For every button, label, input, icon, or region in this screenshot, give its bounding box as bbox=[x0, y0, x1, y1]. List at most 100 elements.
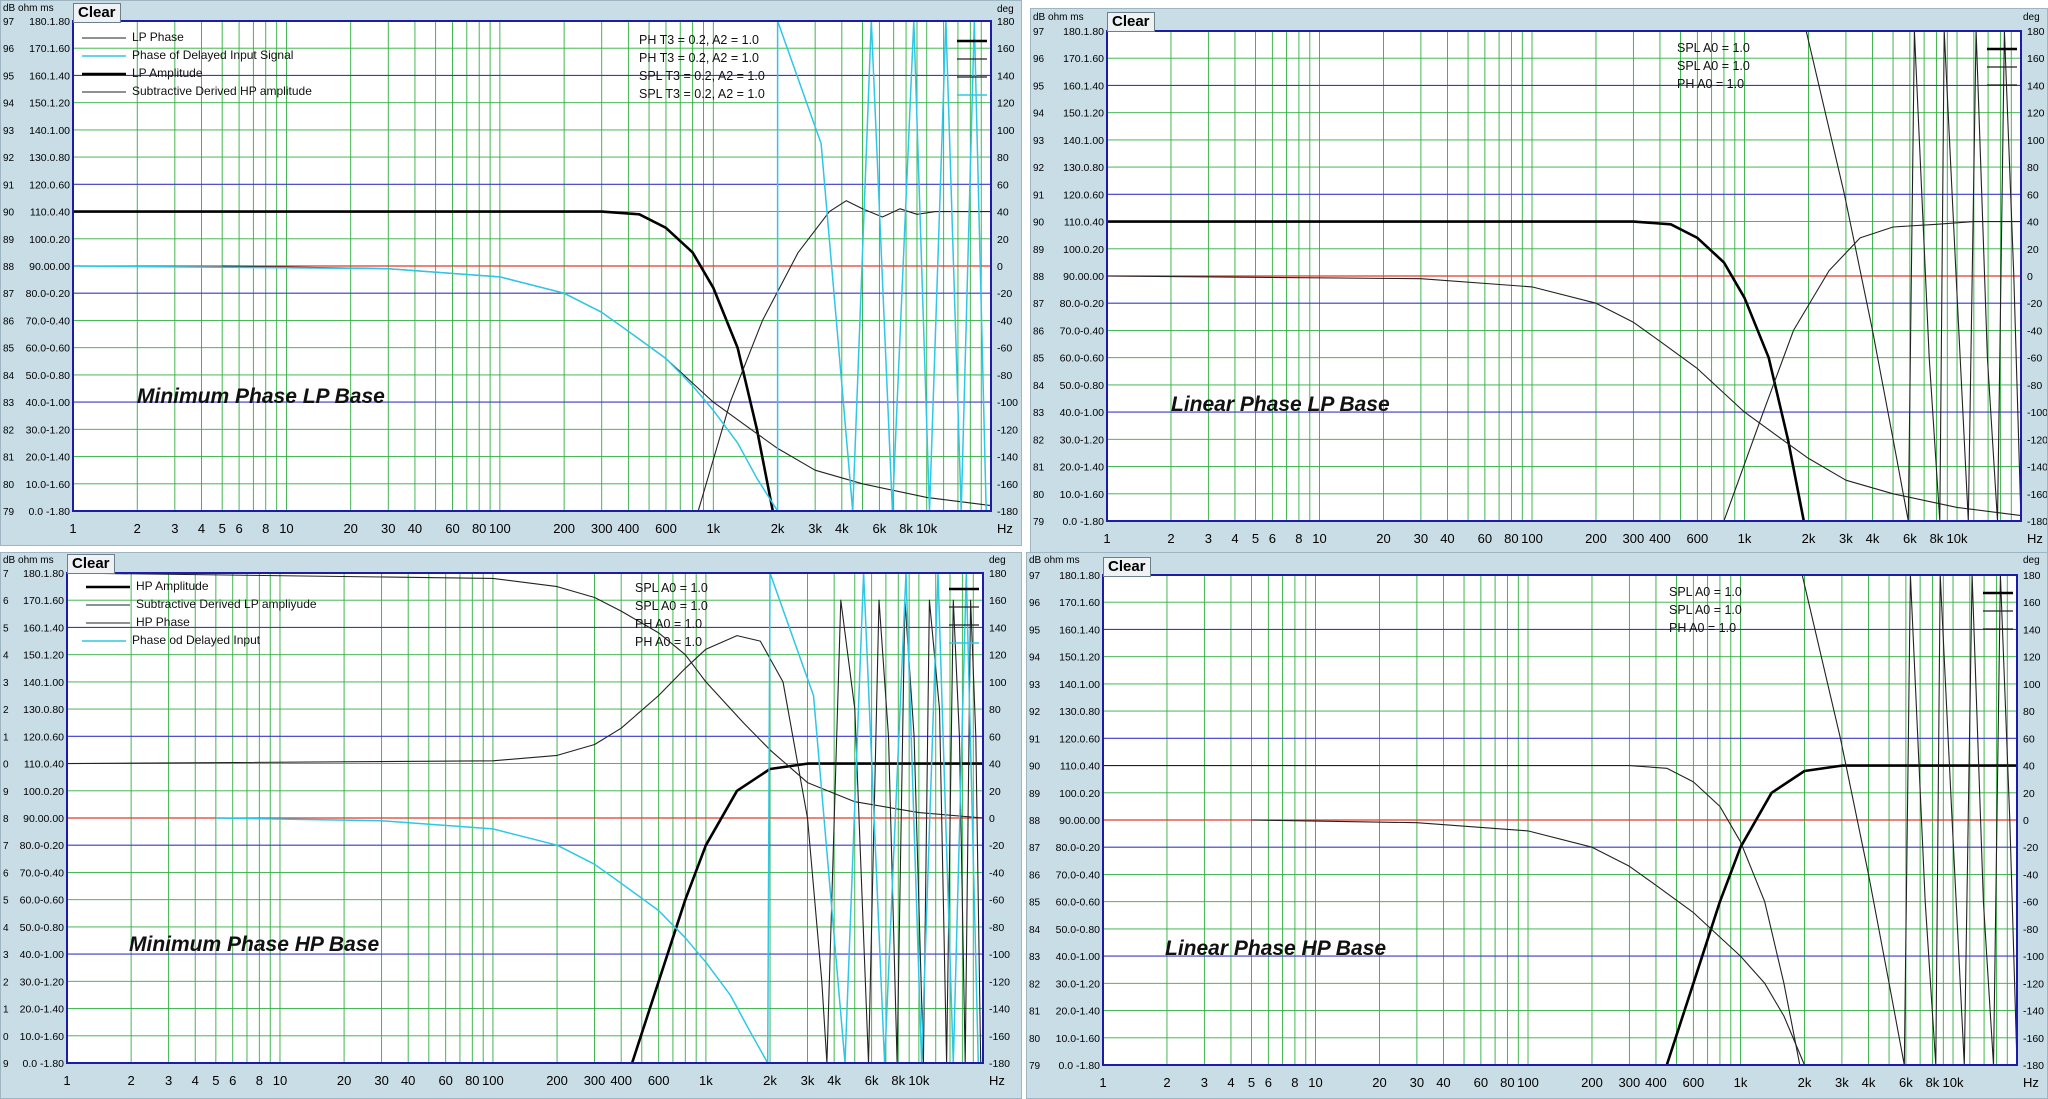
y-left-tick-label: 150.1.20 bbox=[23, 650, 64, 662]
y-outer-tick-label: 2 bbox=[3, 977, 9, 988]
y-right-tick-label: -180 bbox=[2023, 1060, 2044, 1072]
x-axis-unit-label: Hz bbox=[997, 521, 1013, 536]
legend-item-delayed-phase: Phase of Delayed Input Signal bbox=[132, 48, 294, 62]
chart-svg-linear-phase-hp: 97 180.1.80 18096 170.1.60 16095 160.1.40 1409… bbox=[1029, 570, 2044, 1090]
x-tick-label: 10k bbox=[1947, 531, 1968, 546]
x-tick-label: 300 bbox=[591, 521, 613, 536]
y-left-tick-label: 170.1.60 bbox=[1059, 597, 1100, 609]
summary-item: PH A0 = 1.0 bbox=[635, 617, 703, 631]
y-left-tick-label: 110.0.40 bbox=[30, 207, 70, 219]
y-right-tick-label: -100 bbox=[997, 397, 1018, 409]
y-outer-tick-label: 81 bbox=[1029, 1007, 1041, 1018]
y-outer-tick-label: 82 bbox=[3, 425, 15, 436]
x-tick-label: 4 bbox=[192, 1073, 199, 1088]
y-left-tick-label: 110.0.40 bbox=[1064, 217, 1104, 229]
y-left-tick-label: 30.0-1.20 bbox=[1056, 978, 1101, 990]
y-outer-tick-label: 96 bbox=[1029, 598, 1041, 609]
y-right-tick-label: 0 bbox=[2027, 271, 2033, 283]
y-right-tick-label: -100 bbox=[989, 949, 1010, 961]
y-left-tick-label: 0.0 -1.80 bbox=[29, 506, 71, 518]
y-outer-tick-label: 94 bbox=[1029, 653, 1041, 664]
clear-button[interactable]: Clear bbox=[1103, 557, 1151, 577]
x-tick-label: 8 bbox=[262, 521, 269, 536]
x-tick-label: 4k bbox=[1862, 1075, 1876, 1090]
y-right-tick-label: 20 bbox=[2023, 788, 2035, 800]
header-left-label: dB ohm ms bbox=[1033, 12, 1084, 23]
clear-button[interactable]: Clear bbox=[67, 554, 115, 574]
x-tick-label: 1 bbox=[69, 521, 76, 536]
y-outer-tick-label: 4 bbox=[3, 651, 9, 662]
chart-panel-min-phase-lp: 97 180.1.80 180 96 170.1.60 160 95 160.1.40 140 9… bbox=[0, 0, 1022, 546]
y-outer-tick-label: 88 bbox=[3, 262, 15, 273]
y-left-tick-label: 100.0.20 bbox=[1063, 244, 1104, 256]
y-left-tick-label: 50.0-0.80 bbox=[1056, 924, 1101, 936]
y-outer-tick-label: 79 bbox=[3, 507, 15, 518]
y-outer-tick-label: 90 bbox=[1029, 762, 1041, 773]
y-right-tick-label: -100 bbox=[2023, 951, 2044, 963]
x-tick-label: 1k bbox=[1734, 1075, 1748, 1090]
y-left-tick-label: 180.1.80 bbox=[1059, 570, 1100, 582]
y-left-tick-label: 0.0 -1.80 bbox=[23, 1058, 65, 1070]
y-outer-tick-label: 88 bbox=[1029, 816, 1041, 827]
y-left-tick-label: 70.0-0.40 bbox=[20, 867, 65, 879]
x-tick-label: 5 bbox=[1252, 531, 1259, 546]
y-right-tick-label: 120 bbox=[997, 98, 1015, 110]
x-tick-label: 200 bbox=[546, 1073, 568, 1088]
y-outer-tick-label: 81 bbox=[1033, 463, 1045, 474]
y-left-tick-label: 140.1.00 bbox=[29, 125, 70, 137]
x-tick-label: 100 bbox=[1517, 1075, 1539, 1090]
y-outer-tick-label: 96 bbox=[3, 44, 15, 55]
y-right-tick-label: 80 bbox=[989, 704, 1001, 716]
y-right-tick-label: 20 bbox=[997, 234, 1009, 246]
y-outer-tick-label: 83 bbox=[1033, 408, 1045, 419]
y-right-tick-label: 0 bbox=[989, 813, 995, 825]
y-outer-tick-label: 83 bbox=[3, 398, 15, 409]
y-right-tick-label: -160 bbox=[2023, 1033, 2044, 1045]
x-tick-label: 8k bbox=[899, 521, 913, 536]
chart-title: Linear Phase LP Base bbox=[1171, 393, 1390, 416]
chart-svg-min-phase-lp: 97 180.1.80 18096 170.1.60 16095 160.1.40 1409… bbox=[3, 16, 1018, 536]
x-tick-label: 80 bbox=[1504, 531, 1518, 546]
x-tick-label: 100 bbox=[1521, 531, 1543, 546]
x-tick-label: 40 bbox=[1440, 531, 1454, 546]
y-left-tick-label: 60.0-0.60 bbox=[26, 343, 71, 355]
y-left-tick-label: 140.1.00 bbox=[1063, 135, 1104, 147]
y-left-tick-label: 110.0.40 bbox=[24, 759, 64, 771]
x-tick-label: 8 bbox=[1291, 1075, 1298, 1090]
y-right-tick-label: -120 bbox=[2027, 434, 2048, 446]
x-tick-label: 10k bbox=[908, 1073, 929, 1088]
header-right-label: deg bbox=[2023, 555, 2040, 566]
y-left-tick-label: 10.0-1.60 bbox=[20, 1031, 65, 1043]
summary-item: PH T3 = 0.2, A2 = 1.0 bbox=[639, 51, 759, 65]
y-outer-tick-label: 7 bbox=[3, 569, 9, 580]
x-tick-label: 1 bbox=[63, 1073, 70, 1088]
legend-item-delayed-phase: Phase od Delayed Input bbox=[132, 633, 261, 647]
y-outer-tick-label: 6 bbox=[3, 596, 9, 607]
x-tick-label: 400 bbox=[1649, 531, 1671, 546]
y-outer-tick-label: 85 bbox=[1033, 354, 1045, 365]
summary-item: SPL A0 = 1.0 bbox=[635, 581, 708, 595]
clear-button[interactable]: Clear bbox=[1107, 12, 1155, 32]
y-right-tick-label: 80 bbox=[997, 152, 1009, 164]
y-outer-tick-label: 79 bbox=[1029, 1061, 1041, 1072]
y-left-tick-label: 180.1.80 bbox=[29, 16, 70, 28]
y-left-tick-label: 40.0-1.00 bbox=[1060, 407, 1105, 419]
x-tick-label: 5 bbox=[1248, 1075, 1255, 1090]
y-left-tick-label: 90.00.00 bbox=[1059, 815, 1100, 827]
y-right-tick-label: 0 bbox=[997, 261, 1003, 273]
y-outer-tick-label: 87 bbox=[1033, 299, 1045, 310]
clear-button[interactable]: Clear bbox=[73, 3, 121, 23]
x-tick-label: 80 bbox=[465, 1073, 479, 1088]
x-tick-label: 6 bbox=[1265, 1075, 1272, 1090]
y-outer-tick-label: 4 bbox=[3, 923, 9, 934]
y-outer-tick-label: 84 bbox=[3, 371, 15, 382]
x-tick-label: 4k bbox=[1866, 531, 1880, 546]
chart-panel-min-phase-hp: 7 180.1.80 180 6 170.1.60 160 5 160.1.40 140 4 150… bbox=[0, 552, 1022, 1099]
y-left-tick-label: 160.1.40 bbox=[29, 70, 70, 82]
x-tick-label: 1k bbox=[706, 521, 720, 536]
x-tick-label: 100 bbox=[489, 521, 511, 536]
y-right-tick-label: -120 bbox=[989, 976, 1010, 988]
y-left-tick-label: 70.0-0.40 bbox=[1060, 325, 1105, 337]
header-left-label: dB ohm ms bbox=[3, 3, 54, 14]
y-right-tick-label: -80 bbox=[2027, 380, 2042, 392]
